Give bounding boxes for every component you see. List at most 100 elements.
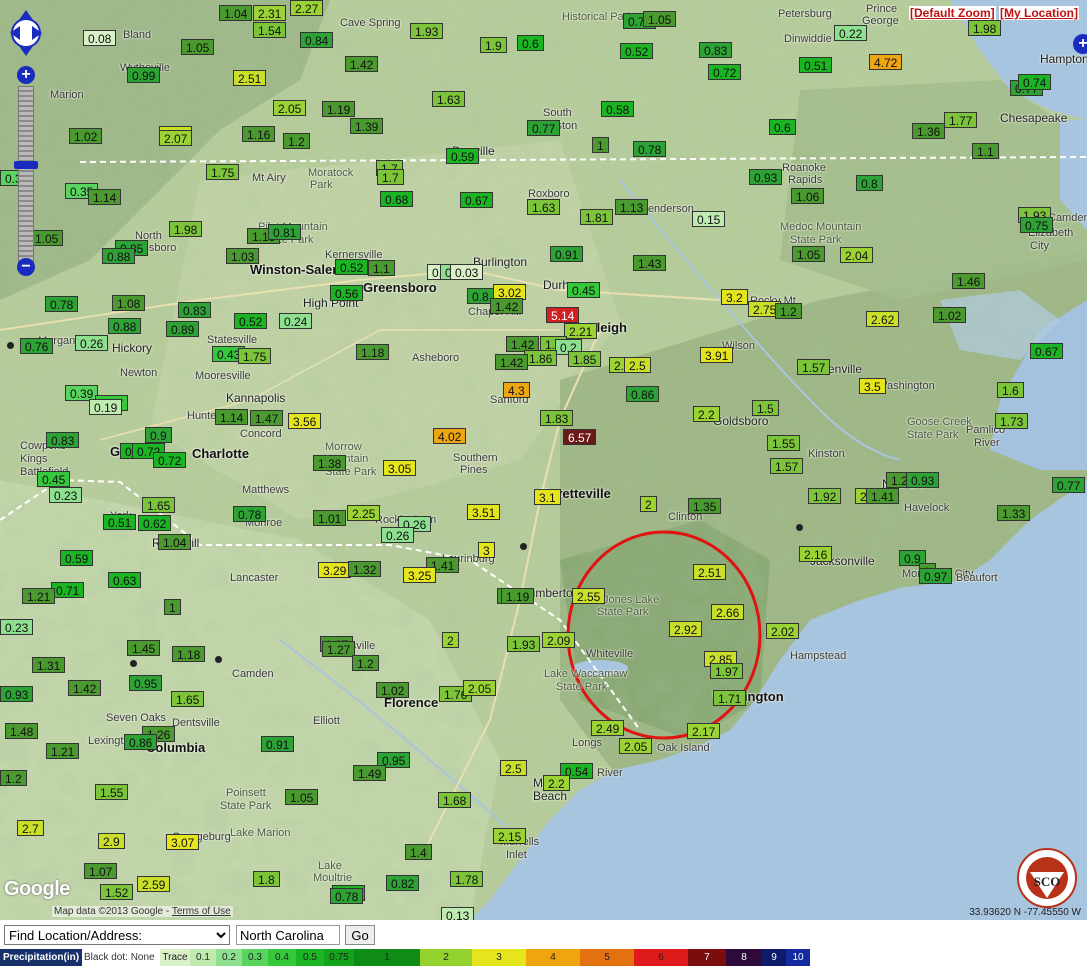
station-precip-box[interactable]: 0.45 xyxy=(37,471,71,487)
zoom-in-icon[interactable]: + xyxy=(17,66,35,84)
station-precip-box[interactable]: 1.32 xyxy=(348,561,382,577)
station-precip-box[interactable]: 1.2 xyxy=(352,655,379,671)
station-precip-box[interactable]: 1.81 xyxy=(580,209,614,225)
station-precip-box[interactable]: 1.93 xyxy=(507,636,541,652)
station-precip-box[interactable]: 6.57 xyxy=(563,429,597,445)
station-precip-box[interactable]: 1.02 xyxy=(933,307,967,323)
station-precip-box[interactable]: 0.99 xyxy=(127,67,161,83)
station-precip-box[interactable]: 0.26 xyxy=(381,527,415,543)
station-precip-box[interactable]: 0.24 xyxy=(279,313,313,329)
station-precip-box[interactable]: 1.02 xyxy=(69,128,103,144)
station-precip-box[interactable]: 0.72 xyxy=(708,64,742,80)
station-precip-box[interactable]: 2.21 xyxy=(564,323,598,339)
station-precip-box[interactable]: 1.41 xyxy=(866,488,900,504)
station-precip-box[interactable]: 0.91 xyxy=(261,736,295,752)
sco-logo[interactable]: SCO xyxy=(1017,848,1077,908)
station-precip-box[interactable]: 0.15 xyxy=(692,211,726,227)
station-precip-box[interactable]: 2.2 xyxy=(693,406,720,422)
my-location-link[interactable]: [My Location] xyxy=(999,6,1079,20)
station-precip-box[interactable]: 1.03 xyxy=(226,248,260,264)
station-precip-box[interactable]: 1.45 xyxy=(127,640,161,656)
station-precip-box[interactable]: 1.18 xyxy=(356,344,390,360)
station-precip-box[interactable]: 1.04 xyxy=(219,5,253,21)
station-precip-box[interactable]: 1.63 xyxy=(527,199,561,215)
station-precip-box[interactable]: 0.26 xyxy=(75,335,109,351)
station-precip-box[interactable]: 0.86 xyxy=(124,734,158,750)
station-precip-box[interactable]: 1.42 xyxy=(345,56,379,72)
station-precip-box[interactable]: 0.59 xyxy=(446,148,480,164)
station-precip-box[interactable]: 1.98 xyxy=(169,221,203,237)
station-precip-box[interactable]: 1.08 xyxy=(112,295,146,311)
station-precip-box[interactable]: 1.55 xyxy=(95,784,129,800)
station-precip-box[interactable]: 2.62 xyxy=(866,311,900,327)
station-precip-box[interactable]: 1.1 xyxy=(368,260,395,276)
station-precip-box[interactable]: 0.6 xyxy=(517,35,544,51)
station-precip-box[interactable]: 0.56 xyxy=(330,285,364,301)
station-precip-box[interactable]: 0.83 xyxy=(699,42,733,58)
station-precip-box[interactable]: 1.55 xyxy=(767,435,801,451)
station-precip-box[interactable]: 0.86 xyxy=(626,386,660,402)
station-precip-box[interactable]: 0.63 xyxy=(108,572,142,588)
station-precip-box[interactable]: 1.8 xyxy=(253,871,280,887)
station-precip-box[interactable]: 1.77 xyxy=(944,112,978,128)
station-precip-box[interactable]: 0.83 xyxy=(178,302,212,318)
station-precip-box[interactable]: 0.78 xyxy=(330,888,364,904)
station-precip-box[interactable]: 3.07 xyxy=(166,834,200,850)
station-precip-box[interactable]: 3 xyxy=(478,542,495,558)
station-precip-box[interactable]: 1.05 xyxy=(643,11,677,27)
station-precip-box[interactable]: 1.97 xyxy=(710,663,744,679)
zoom-slider[interactable] xyxy=(18,86,34,266)
station-precip-box[interactable]: 1.65 xyxy=(142,497,176,513)
station-precip-box[interactable]: 1.71 xyxy=(713,690,747,706)
station-precip-box[interactable]: 2.17 xyxy=(687,723,721,739)
station-precip-box[interactable]: 1.18 xyxy=(172,646,206,662)
station-precip-box[interactable]: 2.55 xyxy=(572,588,606,604)
no-precip-dot[interactable] xyxy=(796,524,803,531)
station-precip-box[interactable]: 0.82 xyxy=(386,875,420,891)
pan-control-icon[interactable] xyxy=(8,8,44,58)
no-precip-dot[interactable] xyxy=(215,656,222,663)
station-precip-box[interactable]: 1.63 xyxy=(432,91,466,107)
station-precip-box[interactable]: 1.7 xyxy=(377,169,404,185)
station-precip-box[interactable]: 1.04 xyxy=(158,534,192,550)
station-precip-box[interactable]: 1.21 xyxy=(46,743,80,759)
station-precip-box[interactable]: 2.07 xyxy=(159,130,193,146)
station-precip-box[interactable]: 1.54 xyxy=(253,22,287,38)
station-precip-box[interactable]: 3.2 xyxy=(721,289,748,305)
station-precip-box[interactable]: 2.5 xyxy=(500,760,527,776)
station-precip-box[interactable]: 1.68 xyxy=(438,792,472,808)
station-precip-box[interactable]: 1.01 xyxy=(313,510,347,526)
station-precip-box[interactable]: 0.84 xyxy=(300,32,334,48)
station-precip-box[interactable]: 0.22 xyxy=(834,25,868,41)
station-precip-box[interactable]: 1.49 xyxy=(353,765,387,781)
station-precip-box[interactable]: 1.98 xyxy=(968,20,1002,36)
station-precip-box[interactable]: 1.21 xyxy=(22,588,56,604)
station-precip-box[interactable]: 1.75 xyxy=(238,348,272,364)
station-precip-box[interactable]: 1.42 xyxy=(68,680,102,696)
station-precip-box[interactable]: 1.75 xyxy=(206,164,240,180)
location-input[interactable] xyxy=(236,925,340,945)
station-precip-box[interactable]: 0.03 xyxy=(450,264,484,280)
station-precip-box[interactable]: 1.5 xyxy=(752,400,779,416)
station-precip-box[interactable]: 2.05 xyxy=(619,738,653,754)
station-precip-box[interactable]: 2.09 xyxy=(542,632,576,648)
station-precip-box[interactable]: 0.93 xyxy=(906,472,940,488)
station-precip-box[interactable]: 1.2 xyxy=(0,770,27,786)
station-precip-box[interactable]: 0.81 xyxy=(268,224,302,240)
station-precip-box[interactable]: 1.57 xyxy=(797,359,831,375)
station-precip-box[interactable]: 0.75 xyxy=(1020,217,1054,233)
station-precip-box[interactable]: 2.51 xyxy=(693,564,727,580)
station-precip-box[interactable]: 1.46 xyxy=(952,273,986,289)
station-precip-box[interactable]: 2 xyxy=(640,496,657,512)
location-type-select[interactable]: Find Location/Address: xyxy=(4,925,230,945)
station-precip-box[interactable]: 1.27 xyxy=(322,641,356,657)
station-precip-box[interactable]: 2.25 xyxy=(347,505,381,521)
station-precip-box[interactable]: 0.88 xyxy=(108,318,142,334)
station-precip-box[interactable]: 2.02 xyxy=(766,623,800,639)
station-precip-box[interactable]: 0.89 xyxy=(166,321,200,337)
station-precip-box[interactable]: 1.06 xyxy=(791,188,825,204)
station-precip-box[interactable]: 2.9 xyxy=(98,833,125,849)
station-precip-box[interactable]: 1.14 xyxy=(88,189,122,205)
station-precip-box[interactable]: 0.78 xyxy=(233,506,267,522)
station-precip-box[interactable]: 1.2 xyxy=(775,303,802,319)
